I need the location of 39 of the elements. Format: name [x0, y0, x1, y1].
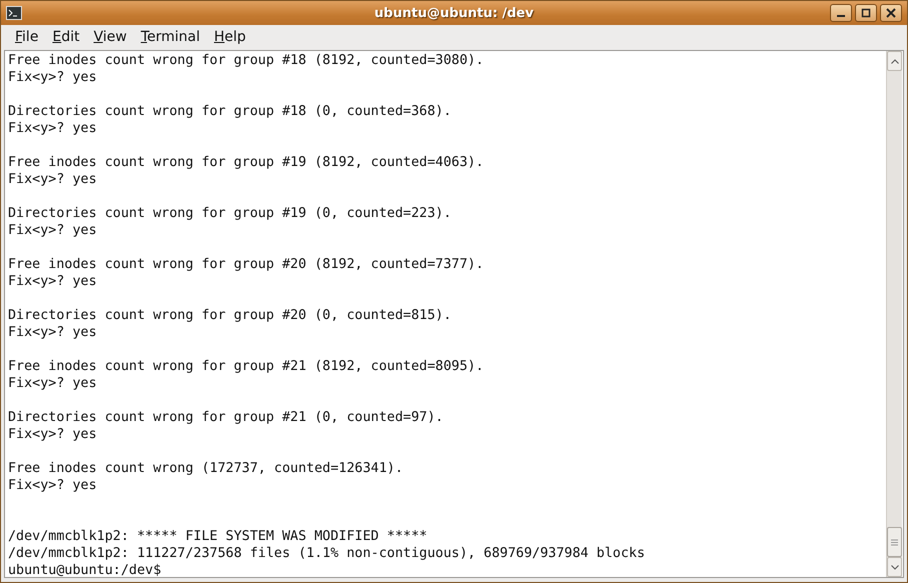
- terminal-line: Directories count wrong for group #18 (0, counted=368).: [8, 103, 452, 120]
- terminal-line: Fix<y>? yes: [8, 477, 98, 494]
- terminal-line: /dev/mmcblk1p2: ***** FILE SYSTEM WAS MODIFIED *****: [8, 528, 428, 545]
- terminal-line: /dev/mmcblk1p2: 111227/237568 files (1.1% non-contiguous), 689769/937984 blocks: [8, 545, 646, 562]
- chevron-up-icon: [890, 58, 898, 64]
- terminal-line: Fix<y>? yes: [8, 222, 98, 239]
- terminal-icon: [6, 6, 22, 20]
- terminal-line: Free inodes count wrong (172737, counted=126341).: [8, 460, 404, 477]
- terminal-line: Fix<y>? yes: [8, 426, 98, 443]
- minimize-icon: [837, 15, 845, 17]
- terminal-line: Free inodes count wrong for group #21 (8192, counted=8095).: [8, 358, 485, 375]
- terminal-line: Fix<y>? yes: [8, 120, 98, 137]
- window-title: ubuntu@ubuntu: /dev: [373, 6, 535, 20]
- maximize-icon: [861, 8, 871, 18]
- minimize-button[interactable]: [830, 4, 852, 22]
- scroll-up-button[interactable]: [887, 51, 902, 71]
- terminal-line: ubuntu@ubuntu:/dev$: [8, 562, 162, 579]
- menu-item[interactable]: View: [94, 29, 127, 45]
- terminal-line: Free inodes count wrong for group #18 (8192, counted=3080).: [8, 52, 485, 69]
- terminal-line: Fix<y>? yes: [8, 69, 98, 86]
- terminal-line: Fix<y>? yes: [8, 171, 98, 188]
- maximize-button[interactable]: [855, 4, 877, 22]
- chevron-down-icon: [890, 564, 898, 570]
- terminal-line: Directories count wrong for group #21 (0, counted=97).: [8, 409, 444, 426]
- terminal-line: Free inodes count wrong for group #20 (8192, counted=7377).: [8, 256, 485, 273]
- menu-item[interactable]: Help: [214, 29, 246, 45]
- scroll-thumb[interactable]: [887, 527, 902, 557]
- menu-item[interactable]: Edit: [52, 29, 80, 45]
- terminal-line: Directories count wrong for group #19 (0, counted=223).: [8, 205, 452, 222]
- terminal-line: Fix<y>? yes: [8, 273, 98, 290]
- terminal-line: Fix<y>? yes: [8, 324, 98, 341]
- menu-item[interactable]: File: [15, 29, 38, 45]
- scroll-down-button[interactable]: [887, 557, 902, 577]
- menu-item[interactable]: Terminal: [140, 29, 200, 45]
- close-button[interactable]: [880, 4, 902, 22]
- terminal-line: Free inodes count wrong for group #19 (8192, counted=4063).: [8, 154, 485, 171]
- terminal-line: Directories count wrong for group #20 (0, counted=815).: [8, 307, 452, 324]
- terminal-line: Fix<y>? yes: [8, 375, 98, 392]
- close-icon: [886, 8, 896, 18]
